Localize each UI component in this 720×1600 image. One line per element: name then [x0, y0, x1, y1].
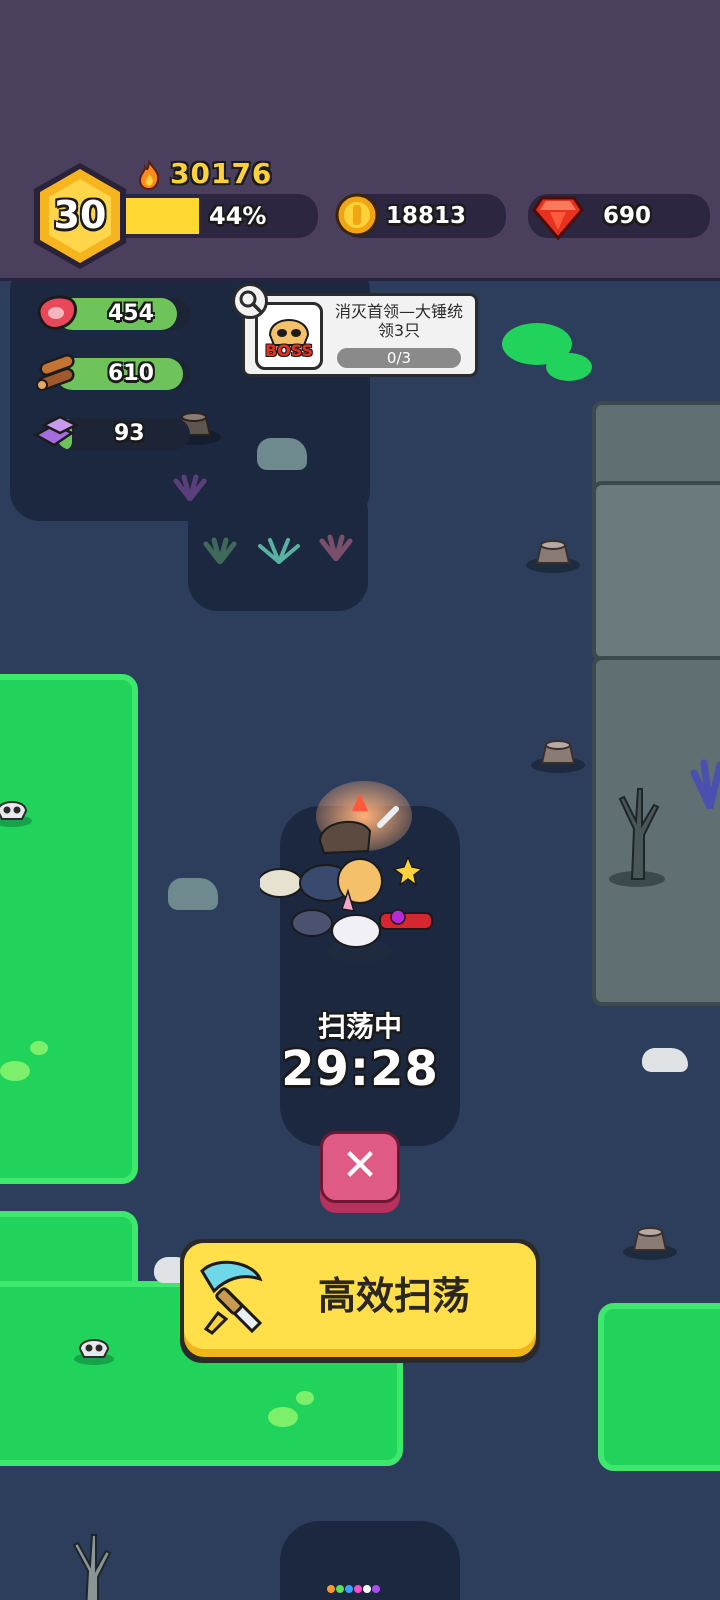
quest-progress: 0/3	[337, 348, 461, 368]
ore-icon	[32, 411, 80, 459]
rock-cliff	[592, 481, 720, 661]
gold-coin-icon	[334, 192, 380, 238]
hero-squad[interactable]	[257, 791, 440, 963]
wood-resource-value: 610	[108, 361, 154, 386]
skull-icon	[74, 1331, 116, 1369]
tree-stump-icon	[622, 1226, 678, 1264]
sweep-timer: 29:28	[281, 1041, 439, 1097]
sweep-status-label: 扫荡中	[317, 1010, 402, 1043]
top-status-bar: 44% 30 30176 18813 690	[0, 0, 720, 281]
quest-title: 消灭首领—大锤统领3只	[334, 302, 463, 340]
fire-icon	[134, 159, 168, 191]
wood-icon	[32, 351, 80, 399]
acid-bubble	[0, 1061, 30, 1081]
meat-resource-value: 454	[108, 301, 154, 326]
dark-plant-icon	[200, 536, 240, 568]
cancel-sweep-button[interactable]: ✕	[320, 1131, 400, 1203]
boss-skull-icon: BOSS	[255, 302, 323, 370]
tree-stump-icon	[530, 739, 586, 777]
dark-plant-icon	[256, 536, 302, 568]
acid-bubble	[30, 1041, 48, 1055]
rock	[168, 878, 218, 910]
dead-tree-icon	[60, 1531, 120, 1600]
acid-bubble	[268, 1407, 298, 1427]
dark-plant-icon	[690, 759, 720, 813]
dead-tree-icon	[602, 769, 672, 893]
efficient-sweep-label: 高效扫荡	[317, 1274, 470, 1318]
acid-puddle	[546, 353, 592, 381]
power-value: 30176	[170, 157, 273, 190]
meat-icon	[32, 291, 80, 339]
gem-value: 690	[603, 203, 652, 229]
tree-stump-icon	[525, 539, 581, 577]
acid-pool	[598, 1303, 720, 1471]
ore-resource-value: 93	[114, 421, 145, 446]
game-map[interactable]: 扫荡中 29:28 ✕ 高效扫荡 454 610 93 BOSS 消灭首领—大锤…	[0, 281, 720, 1600]
level-number: 30	[53, 193, 107, 237]
dark-plant-icon	[170, 473, 210, 505]
acid-pool	[0, 674, 138, 1184]
gem-icon	[532, 192, 584, 241]
rock	[257, 438, 307, 470]
xp-bar: 44%	[104, 194, 318, 238]
rock	[642, 1048, 688, 1072]
dark-plant-icon	[316, 533, 356, 565]
boss-quest-panel[interactable]: BOSS 消灭首领—大锤统领3只 0/3	[242, 293, 478, 377]
magnifier-icon[interactable]	[232, 283, 268, 319]
skull-icon	[0, 793, 34, 831]
boss-badge-label: BOSS	[264, 341, 314, 360]
gold-value: 18813	[386, 203, 467, 229]
sword-icon	[198, 1257, 282, 1337]
level-badge[interactable]: 30	[30, 160, 130, 272]
xp-percent-label: 44%	[209, 202, 267, 230]
efficient-sweep-button[interactable]: 高效扫荡	[184, 1243, 536, 1349]
acid-bubble	[296, 1391, 314, 1405]
page-indicator	[326, 1580, 390, 1593]
